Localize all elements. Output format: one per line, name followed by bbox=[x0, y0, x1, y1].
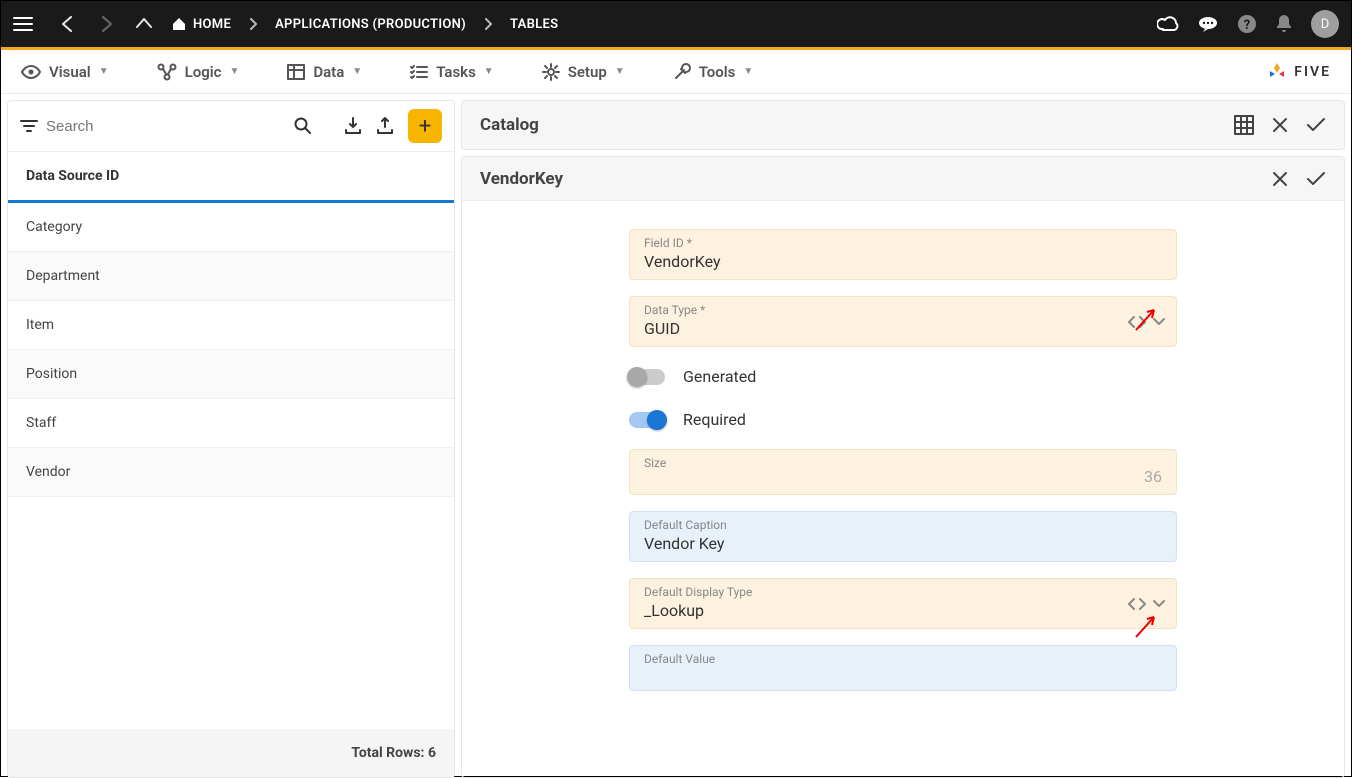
field-value: _Lookup bbox=[644, 601, 1162, 620]
menu-tasks[interactable]: Tasks▼ bbox=[410, 63, 494, 81]
detail-header: VendorKey bbox=[462, 157, 1344, 201]
field-value: 36 bbox=[1144, 467, 1162, 486]
menu-tools[interactable]: Tools▼ bbox=[673, 63, 754, 81]
catalog-header: Catalog bbox=[461, 100, 1345, 150]
field-field-id[interactable]: Field ID * VendorKey bbox=[629, 229, 1177, 280]
sidebar: + Data Source ID Category Department Ite… bbox=[7, 100, 455, 778]
download-icon[interactable] bbox=[344, 116, 362, 136]
field-default-display-type[interactable]: Default Display Type _Lookup bbox=[629, 578, 1177, 629]
list-header: Data Source ID bbox=[8, 151, 454, 203]
chevron-down-icon[interactable] bbox=[1152, 317, 1166, 327]
list-item[interactable]: Staff bbox=[8, 399, 454, 448]
toggle-required[interactable] bbox=[629, 412, 665, 428]
svg-text:?: ? bbox=[1244, 18, 1250, 33]
field-label: Default Value bbox=[644, 652, 1162, 666]
breadcrumb-tables[interactable]: TABLES bbox=[510, 17, 558, 32]
chevron-right-icon bbox=[249, 18, 257, 30]
field-size[interactable]: Size 36 bbox=[629, 449, 1177, 495]
list-item[interactable]: Vendor bbox=[8, 448, 454, 497]
breadcrumb-home[interactable]: HOME bbox=[193, 17, 231, 32]
close-icon[interactable] bbox=[1272, 117, 1288, 133]
chevron-down-icon[interactable] bbox=[1152, 599, 1166, 609]
field-value: Vendor Key bbox=[644, 534, 1162, 553]
menu-label: Visual bbox=[49, 63, 91, 81]
cloud-icon[interactable] bbox=[1157, 15, 1179, 33]
list-footer: Total Rows: 6 bbox=[8, 729, 454, 777]
detail-panel: VendorKey Field ID * VendorKey Data Ty bbox=[461, 156, 1345, 778]
toggle-generated[interactable] bbox=[629, 369, 665, 385]
top-bar: HOME APPLICATIONS (PRODUCTION) TABLES ? … bbox=[1, 1, 1351, 47]
content: Catalog VendorKey bbox=[461, 100, 1345, 778]
brand-logo: FIVE bbox=[1266, 61, 1331, 83]
forward-icon bbox=[97, 15, 115, 33]
field-value: GUID bbox=[644, 319, 1162, 338]
hamburger-icon[interactable] bbox=[13, 16, 33, 32]
field-data-type[interactable]: Data Type * GUID bbox=[629, 296, 1177, 347]
main-area: + Data Source ID Category Department Ite… bbox=[1, 94, 1351, 778]
breadcrumb-apps[interactable]: APPLICATIONS (PRODUCTION) bbox=[275, 17, 466, 32]
menu-data[interactable]: Data▼ bbox=[287, 63, 362, 81]
menu-setup[interactable]: Setup▼ bbox=[542, 63, 625, 81]
back-icon[interactable] bbox=[59, 15, 77, 33]
list-item[interactable]: Position bbox=[8, 350, 454, 399]
field-label: Default Caption bbox=[644, 518, 1162, 532]
menu-logic[interactable]: Logic▼ bbox=[157, 63, 240, 81]
field-label: Field ID * bbox=[644, 236, 1162, 250]
list: Category Department Item Position Staff … bbox=[8, 203, 454, 729]
field-default-value[interactable]: Default Value bbox=[629, 645, 1177, 691]
search-box bbox=[46, 118, 286, 135]
detail-title: VendorKey bbox=[480, 169, 563, 189]
grid-icon[interactable] bbox=[1234, 115, 1254, 135]
search-input[interactable] bbox=[46, 118, 286, 135]
home-icon[interactable]: HOME bbox=[171, 16, 231, 32]
toggle-required-row: Required bbox=[629, 406, 1177, 433]
menu-visual[interactable]: Visual▼ bbox=[21, 63, 109, 81]
chevron-right-icon bbox=[484, 18, 492, 30]
avatar[interactable]: D bbox=[1311, 10, 1339, 38]
filter-icon[interactable] bbox=[20, 119, 38, 133]
menu-label: Setup bbox=[568, 63, 607, 81]
add-button[interactable]: + bbox=[408, 109, 442, 143]
code-icon[interactable] bbox=[1128, 315, 1146, 329]
catalog-title: Catalog bbox=[480, 115, 539, 135]
upload-icon[interactable] bbox=[376, 116, 394, 136]
menu-bar: Visual▼ Logic▼ Data▼ Tasks▼ Setup▼ Tools… bbox=[1, 50, 1351, 94]
bell-icon[interactable] bbox=[1275, 14, 1293, 34]
check-icon[interactable] bbox=[1306, 117, 1326, 133]
toggle-label: Required bbox=[683, 410, 746, 429]
up-icon[interactable] bbox=[135, 15, 153, 33]
menu-label: Logic bbox=[185, 63, 222, 81]
close-icon[interactable] bbox=[1272, 171, 1288, 187]
breadcrumb: HOME APPLICATIONS (PRODUCTION) TABLES bbox=[171, 16, 558, 32]
check-icon[interactable] bbox=[1306, 171, 1326, 187]
menu-label: Tools bbox=[699, 63, 736, 81]
toggle-generated-row: Generated bbox=[629, 363, 1177, 390]
chat-icon[interactable] bbox=[1197, 15, 1219, 33]
form-area: Field ID * VendorKey Data Type * GUID Ge… bbox=[462, 201, 1344, 777]
field-label: Default Display Type bbox=[644, 585, 1162, 599]
list-item[interactable]: Item bbox=[8, 301, 454, 350]
sidebar-toolbar: + bbox=[8, 101, 454, 151]
list-item[interactable]: Category bbox=[8, 203, 454, 252]
list-item[interactable]: Department bbox=[8, 252, 454, 301]
topbar-right: ? D bbox=[1157, 10, 1339, 38]
toggle-label: Generated bbox=[683, 367, 756, 386]
brand-text: FIVE bbox=[1294, 64, 1331, 80]
field-value: VendorKey bbox=[644, 252, 1162, 271]
menu-label: Data bbox=[313, 63, 344, 81]
code-icon[interactable] bbox=[1128, 597, 1146, 611]
search-icon[interactable] bbox=[294, 117, 312, 135]
field-label: Data Type * bbox=[644, 303, 1162, 317]
field-default-caption[interactable]: Default Caption Vendor Key bbox=[629, 511, 1177, 562]
menu-label: Tasks bbox=[436, 63, 476, 81]
field-label: Size bbox=[644, 456, 1162, 470]
help-icon[interactable]: ? bbox=[1237, 14, 1257, 34]
annotation-arrow bbox=[462, 397, 466, 431]
